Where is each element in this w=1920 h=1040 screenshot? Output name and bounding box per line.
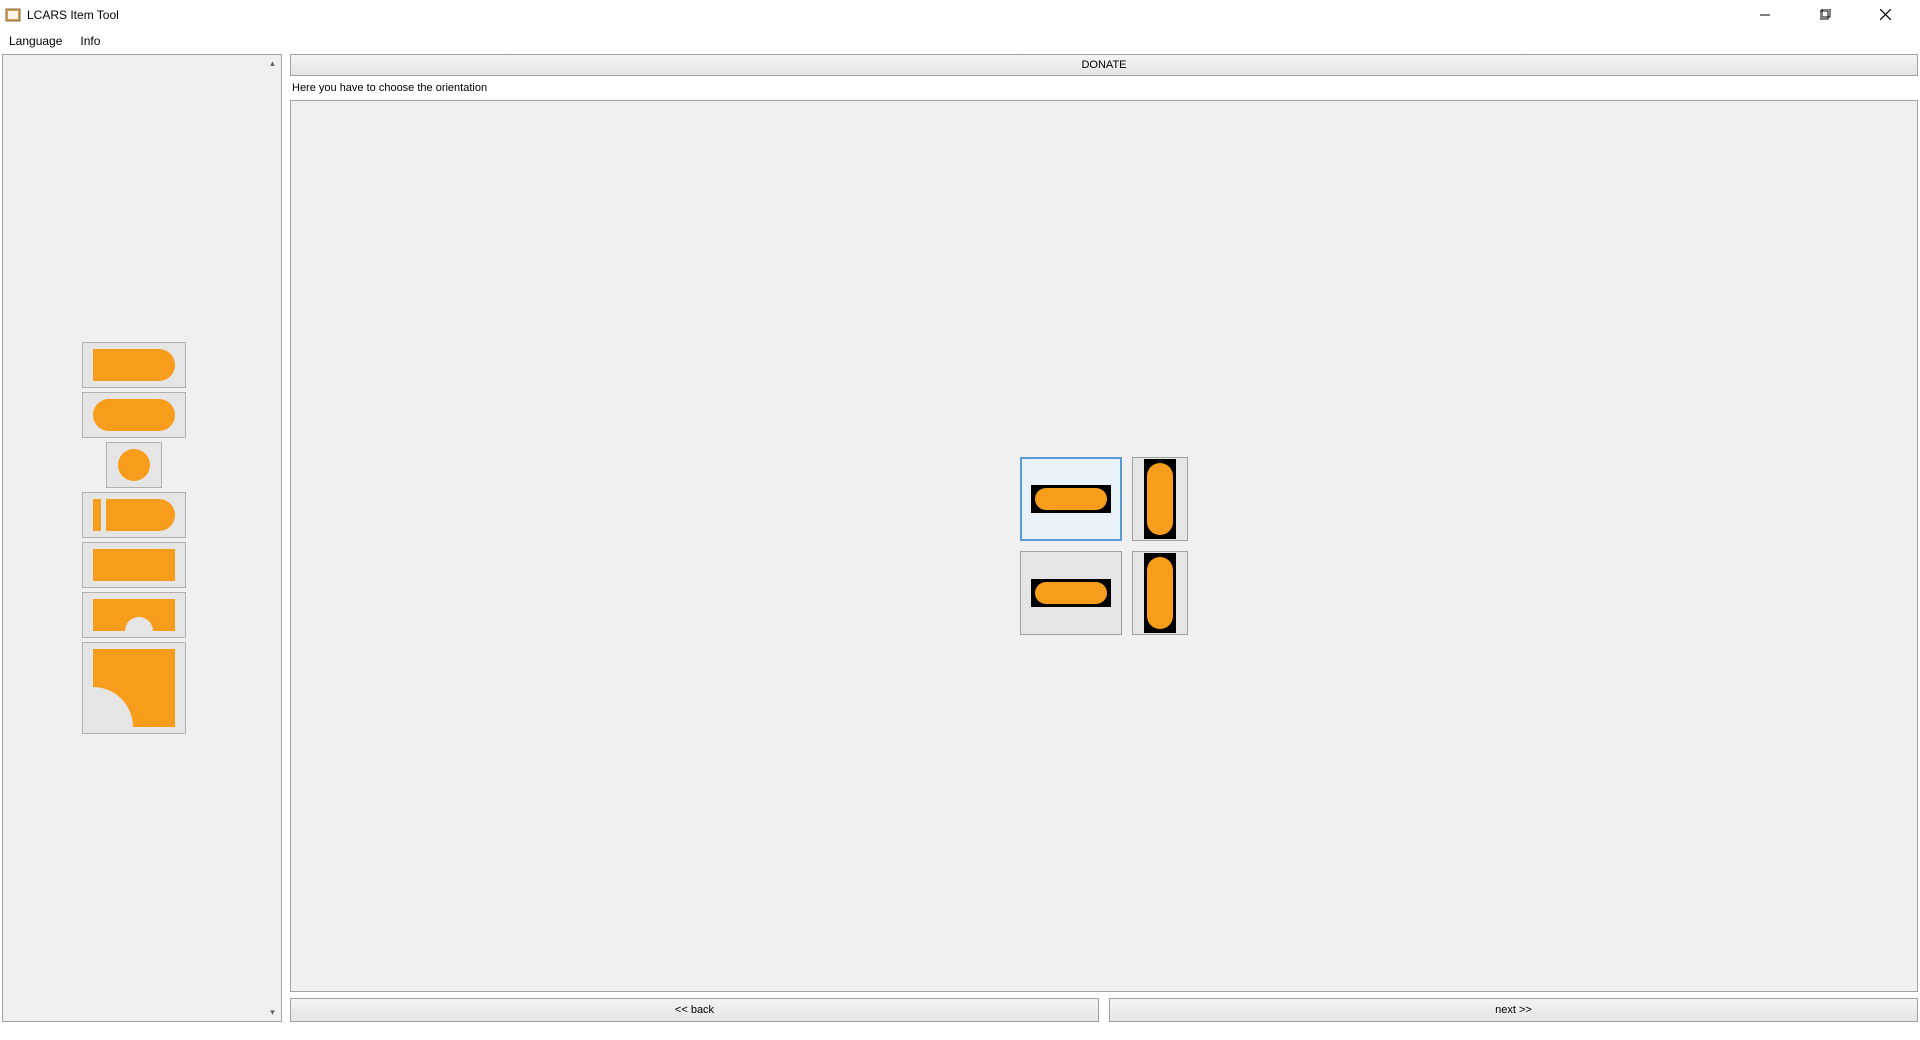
orientation-horizontal-2[interactable] <box>1020 551 1122 635</box>
window-controls <box>1745 1 1905 29</box>
shape-list <box>3 55 264 1021</box>
right-panel: DONATE Here you have to choose the orien… <box>290 54 1918 1022</box>
bottom-spacer <box>0 1024 1920 1040</box>
donate-button[interactable]: DONATE <box>290 54 1918 76</box>
orientation-grid <box>1020 457 1188 635</box>
window-title: LCARS Item Tool <box>27 8 1745 22</box>
orientation-vertical-2[interactable] <box>1132 551 1188 635</box>
titlebar: LCARS Item Tool <box>0 0 1920 30</box>
shape-sidebar: ▴ ▾ <box>2 54 282 1022</box>
main-area: ▴ ▾ DONATE Here you have to choose the o… <box>0 52 1920 1024</box>
menu-language[interactable]: Language <box>5 32 66 50</box>
scroll-down-icon[interactable]: ▾ <box>264 1004 281 1021</box>
shape-rounded-right[interactable] <box>82 342 186 388</box>
maximize-button[interactable] <box>1805 1 1845 29</box>
shape-circle[interactable] <box>106 442 162 488</box>
nav-buttons: << back next >> <box>290 998 1918 1022</box>
orientation-vertical-1[interactable] <box>1132 457 1188 541</box>
shape-rectangle[interactable] <box>82 542 186 588</box>
instruction-text: Here you have to choose the orientation <box>290 78 1918 100</box>
shape-notched[interactable] <box>82 592 186 638</box>
back-button[interactable]: << back <box>290 998 1099 1022</box>
menubar: Language Info <box>0 30 1920 52</box>
menu-info[interactable]: Info <box>76 32 104 50</box>
next-button[interactable]: next >> <box>1109 998 1918 1022</box>
orientation-horizontal-1[interactable] <box>1020 457 1122 541</box>
minimize-button[interactable] <box>1745 1 1785 29</box>
close-button[interactable] <box>1865 1 1905 29</box>
sidebar-scrollbar[interactable]: ▴ ▾ <box>264 55 281 1021</box>
shape-segmented[interactable] <box>82 492 186 538</box>
shape-pill[interactable] <box>82 392 186 438</box>
scroll-up-icon[interactable]: ▴ <box>264 55 281 72</box>
shape-elbow[interactable] <box>82 642 186 734</box>
app-icon <box>5 7 21 23</box>
orientation-canvas <box>290 100 1918 992</box>
